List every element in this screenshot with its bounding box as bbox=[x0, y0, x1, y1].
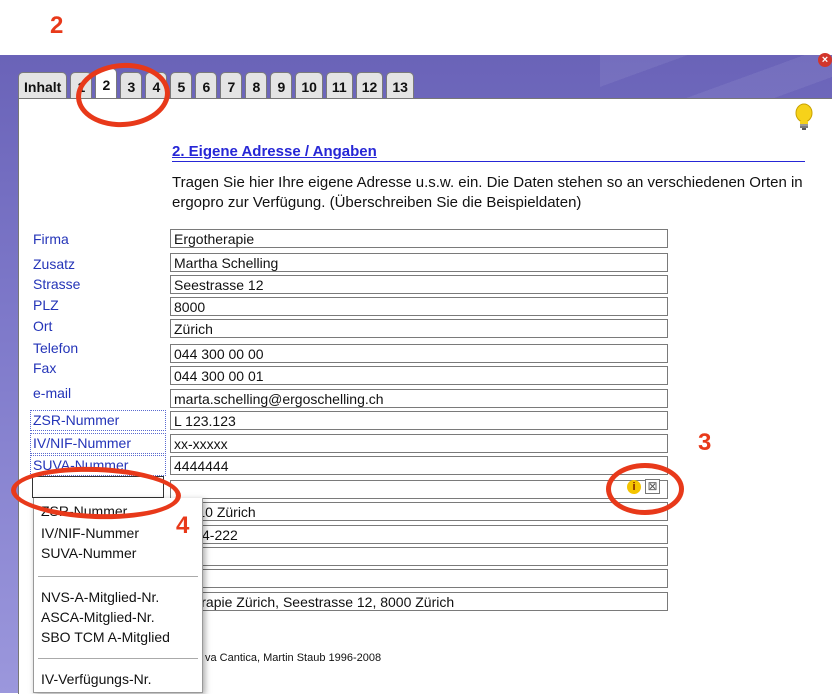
tab-5[interactable]: 5 bbox=[170, 72, 193, 99]
heading-divider bbox=[172, 161, 805, 162]
tab-13[interactable]: 13 bbox=[386, 72, 414, 99]
ivnif-label-select[interactable]: IV/NIF-Nummer bbox=[30, 433, 166, 454]
top-background bbox=[0, 0, 832, 55]
label-strasse: Strasse bbox=[33, 276, 81, 292]
extra-field-1[interactable] bbox=[170, 547, 668, 566]
custom-number-field[interactable] bbox=[170, 480, 668, 499]
extra-field-2[interactable] bbox=[170, 569, 668, 588]
tab-12[interactable]: 12 bbox=[355, 72, 384, 99]
tab-9[interactable]: 9 bbox=[270, 72, 293, 99]
lightbulb-icon[interactable] bbox=[795, 103, 813, 133]
dropdown-separator bbox=[38, 658, 198, 659]
dropdown-item-nvs[interactable]: NVS-A-Mitglied-Nr. bbox=[41, 589, 159, 605]
label-fax: Fax bbox=[33, 360, 57, 376]
copyright-footer: va Cantica, Martin Staub 1996-2008 bbox=[205, 652, 382, 664]
annotation-3: 3 bbox=[698, 429, 712, 456]
zusatz-field[interactable]: Martha Schelling bbox=[170, 253, 668, 272]
full-address-field[interactable]: otherapie Zürich, Seestrasse 12, 8000 Zü… bbox=[170, 592, 668, 611]
dropdown-item-asca[interactable]: ASCA-Mitglied-Nr. bbox=[41, 609, 155, 625]
label-zusatz: Zusatz bbox=[33, 256, 76, 272]
plz-field[interactable]: 8000 bbox=[170, 297, 668, 316]
tab-6[interactable]: 6 bbox=[195, 72, 218, 99]
window-close-icon[interactable]: × bbox=[818, 53, 832, 67]
dropdown-separator bbox=[38, 576, 198, 577]
section-heading: 2. Eigene Adresse / Angaben bbox=[172, 143, 377, 160]
zsr-field[interactable]: L 123.123 bbox=[170, 411, 668, 430]
label-ort: Ort bbox=[33, 318, 53, 334]
address-line-field[interactable]: , 8010 Zürich bbox=[170, 502, 668, 521]
dropdown-item-suva[interactable]: SUVA-Nummer bbox=[41, 545, 136, 561]
suva-field[interactable]: 4444444 bbox=[170, 456, 668, 475]
tab-inhalt[interactable]: Inhalt bbox=[18, 72, 68, 99]
ort-field[interactable]: Zürich bbox=[170, 319, 668, 338]
dropdown-item-iv-verfuegung[interactable]: IV-Verfügungs-Nr. bbox=[41, 671, 152, 687]
account-number-field[interactable]: -1234-222 bbox=[170, 525, 668, 544]
firma-field[interactable]: Ergotherapie bbox=[170, 229, 668, 248]
telefon-field[interactable]: 044 300 00 00 bbox=[170, 344, 668, 363]
zsr-label-select[interactable]: ZSR-Nummer bbox=[30, 410, 166, 431]
strasse-field[interactable]: Seestrasse 12 bbox=[170, 275, 668, 294]
tab-11[interactable]: 11 bbox=[325, 72, 353, 99]
tab-7[interactable]: 7 bbox=[220, 72, 243, 99]
email-field[interactable]: marta.schelling@ergoschelling.ch bbox=[170, 389, 668, 408]
dropdown-item-sbo[interactable]: SBO TCM A-Mitglied bbox=[41, 629, 170, 645]
label-plz: PLZ bbox=[33, 297, 59, 313]
label-telefon: Telefon bbox=[33, 340, 79, 356]
tab-10[interactable]: 10 bbox=[295, 72, 323, 99]
annotation-ring-icons bbox=[606, 463, 684, 515]
label-firma: Firma bbox=[33, 231, 69, 247]
fax-field[interactable]: 044 300 00 01 bbox=[170, 366, 668, 385]
annotation-2: 2 bbox=[50, 12, 64, 39]
annotation-4: 4 bbox=[176, 512, 190, 539]
ivnif-field[interactable]: xx-xxxxx bbox=[170, 434, 668, 453]
label-email: e-mail bbox=[33, 385, 72, 401]
section-intro: Tragen Sie hier Ihre eigene Adresse u.s.… bbox=[172, 174, 803, 211]
dropdown-item-ivnif[interactable]: IV/NIF-Nummer bbox=[41, 525, 139, 541]
tab-8[interactable]: 8 bbox=[245, 72, 268, 99]
